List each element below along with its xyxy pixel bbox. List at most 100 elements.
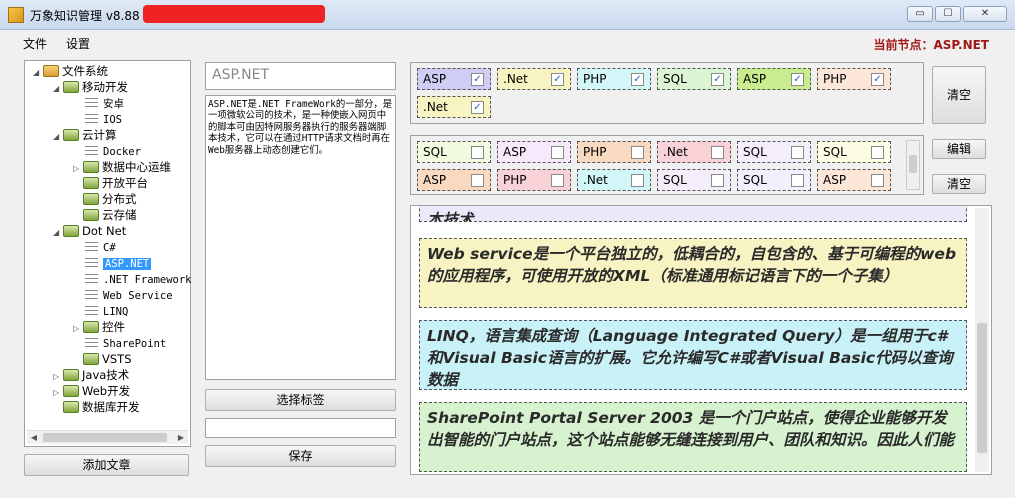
document-icon	[85, 258, 98, 267]
tag-item[interactable]: PHP	[577, 141, 651, 163]
tag-checkbox[interactable]: ✓	[551, 73, 564, 86]
tree-item[interactable]: ▷ 数据中心运维	[73, 159, 171, 175]
tree-item[interactable]: ▷ Web开发	[53, 383, 130, 399]
tree-item[interactable]: ▷ Java技术	[53, 367, 129, 383]
tag-checkbox[interactable]	[471, 174, 484, 187]
menu-file[interactable]: 文件	[23, 35, 47, 52]
maximize-button[interactable]: ☐	[935, 6, 961, 22]
clear-selected-tags-button[interactable]: 清空	[932, 66, 986, 124]
tree-horizontal-scrollbar[interactable]: ◀ ▶	[27, 430, 188, 444]
tree-item[interactable]: Web Service	[73, 287, 173, 303]
tree-item[interactable]: 安卓	[73, 95, 124, 111]
tree-item[interactable]: ◢ 文件系统	[33, 63, 108, 79]
scroll-left-icon[interactable]: ◀	[27, 431, 41, 445]
tag-checkbox[interactable]: ✓	[471, 101, 484, 114]
tree-item[interactable]: ◢ 云计算	[53, 127, 117, 143]
tag-item[interactable]: .Net ✓	[497, 68, 571, 90]
tag-item[interactable]: .Net ✓	[417, 96, 491, 118]
clear-available-tags-button[interactable]: 清空	[932, 174, 986, 194]
tag-checkbox[interactable]	[471, 146, 484, 159]
tag-label: SQL	[743, 173, 767, 187]
save-button[interactable]: 保存	[205, 445, 396, 467]
scrollbar-thumb[interactable]	[977, 323, 987, 453]
tree-item[interactable]: ASP.NET	[73, 255, 152, 271]
tree-item[interactable]: VSTS	[73, 351, 132, 367]
tag-item[interactable]: ASP	[817, 169, 891, 191]
minimize-button[interactable]: ▭	[907, 6, 933, 22]
tree-item[interactable]: ◢ Dot Net	[53, 223, 126, 239]
article-title-input[interactable]: ASP.NET	[205, 62, 396, 90]
tag-item[interactable]: .Net	[577, 169, 651, 191]
tag-item[interactable]: ASP ✓	[417, 68, 491, 90]
tag-checkbox[interactable]	[711, 146, 724, 159]
scrollbar-thumb[interactable]	[43, 433, 167, 442]
article-card[interactable]: Web service是一个平台独立的，低耦合的，自包含的、基于可编程的web的…	[419, 238, 967, 308]
tree-item[interactable]: Docker	[73, 143, 141, 159]
tag-checkbox[interactable]	[791, 174, 804, 187]
tag-input[interactable]	[205, 418, 396, 438]
folder-icon	[63, 369, 79, 381]
tag-checkbox[interactable]	[551, 146, 564, 159]
tree-item[interactable]: SharePoint	[73, 335, 166, 351]
tag-checkbox[interactable]	[551, 174, 564, 187]
expand-toggle-icon[interactable]: ◢	[53, 129, 63, 145]
tree-item[interactable]: ▷ 控件	[73, 319, 125, 335]
article-card[interactable]: SharePoint Portal Server 2003 是一个门户站点，使得…	[419, 402, 967, 472]
expand-toggle-icon[interactable]: ◢	[53, 81, 63, 97]
expand-toggle-icon[interactable]: ◢	[53, 225, 63, 241]
tag-item[interactable]: .Net	[657, 141, 731, 163]
category-tree[interactable]: ◢ 文件系统 ◢ 移动开发 安卓 IOS ◢ 云计算 Docker ▷ 数据中心运维 开放平台 分布式云…	[24, 60, 192, 447]
tag-item[interactable]: SQL	[657, 169, 731, 191]
article-list[interactable]: 它可以通过HTTP请求文档时再在Web服务器上动态创建它们的服务器端脚本技术 We…	[410, 205, 992, 475]
tree-item[interactable]: 云存储	[73, 207, 137, 223]
scrollbar-thumb[interactable]	[909, 155, 917, 173]
article-card[interactable]: LINQ，语言集成查询（Language Integrated Query）是一…	[419, 320, 967, 390]
menu-settings[interactable]: 设置	[66, 35, 90, 52]
tag-item[interactable]: SQL	[737, 169, 811, 191]
tree-item[interactable]: LINQ	[73, 303, 128, 319]
tag-label: .Net	[423, 100, 448, 114]
tag-checkbox[interactable]	[871, 174, 884, 187]
tag-checkbox[interactable]: ✓	[711, 73, 724, 86]
tag-checkbox[interactable]	[711, 174, 724, 187]
tree-item[interactable]: 数据库开发	[53, 399, 140, 415]
title-bar: 万象知识管理 v8.88 - ▭ ☐ ✕	[0, 0, 1015, 30]
article-content-textarea[interactable]: ASP.NET是.NET FrameWork的一部分，是一项微软公司的技术，是一…	[205, 95, 396, 380]
tag-item[interactable]: ASP	[417, 169, 491, 191]
available-tags-panel: SQL ASP PHP .Net SQL SQL ASP PHP .Net SQL SQL ASP	[410, 135, 924, 195]
tag-checkbox[interactable]: ✓	[631, 73, 644, 86]
scroll-right-icon[interactable]: ▶	[174, 431, 188, 445]
edit-tags-button[interactable]: 编辑	[932, 139, 986, 159]
tag-checkbox[interactable]: ✓	[791, 73, 804, 86]
tag-item[interactable]: SQL	[817, 141, 891, 163]
tag-checkbox[interactable]	[631, 174, 644, 187]
tag-item[interactable]: ASP ✓	[737, 68, 811, 90]
select-tags-button[interactable]: 选择标签	[205, 389, 396, 411]
tag-checkbox[interactable]	[871, 146, 884, 159]
tree-item[interactable]: ◢ 移动开发	[53, 79, 128, 95]
tags-vertical-scrollbar[interactable]	[906, 140, 920, 190]
tag-checkbox[interactable]: ✓	[871, 73, 884, 86]
tag-item[interactable]: SQL	[417, 141, 491, 163]
tree-item[interactable]: 开放平台	[73, 175, 148, 191]
tag-item[interactable]: SQL ✓	[657, 68, 731, 90]
tag-checkbox[interactable]	[791, 146, 804, 159]
tag-checkbox[interactable]: ✓	[471, 73, 484, 86]
tag-checkbox[interactable]	[631, 146, 644, 159]
expand-toggle-icon[interactable]: ◢	[33, 65, 43, 81]
add-article-button[interactable]: 添加文章	[24, 454, 189, 476]
tag-item[interactable]: PHP ✓	[817, 68, 891, 90]
tag-item[interactable]: SQL	[737, 141, 811, 163]
tag-item[interactable]: PHP	[497, 169, 571, 191]
tree-item[interactable]: IOS	[73, 111, 122, 127]
article-card[interactable]: 它可以通过HTTP请求文档时再在Web服务器上动态创建它们的服务器端脚本技术	[419, 206, 967, 222]
article-vertical-scrollbar[interactable]	[975, 208, 989, 472]
tag-item[interactable]: PHP ✓	[577, 68, 651, 90]
tag-item[interactable]: ASP	[497, 141, 571, 163]
tree-item[interactable]: C#	[73, 239, 116, 255]
document-icon	[85, 338, 98, 347]
close-button[interactable]: ✕	[963, 6, 1007, 22]
tree-item-label: 文件系统	[62, 64, 108, 78]
tree-item[interactable]: 分布式	[73, 191, 137, 207]
tree-item[interactable]: .NET Framework	[73, 271, 192, 287]
